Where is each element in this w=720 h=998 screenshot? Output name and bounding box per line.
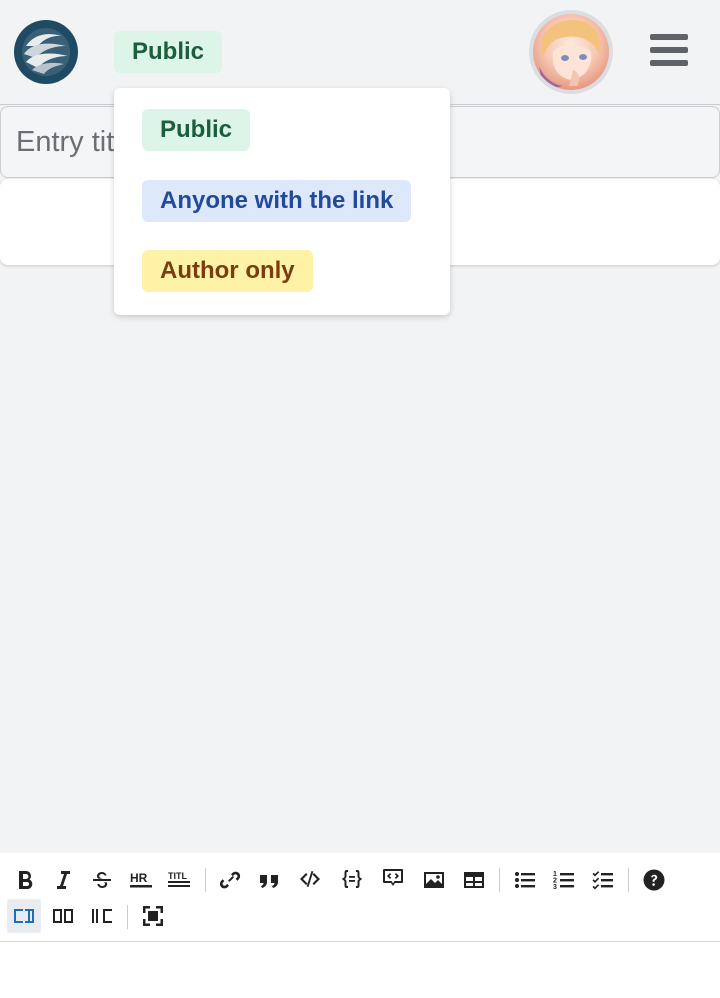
horizontal-rule-icon[interactable]: HR — [124, 863, 158, 897]
site-logo[interactable] — [14, 20, 78, 84]
editor-only-icon[interactable] — [7, 899, 41, 933]
italic-icon[interactable] — [46, 863, 80, 897]
comment-icon[interactable] — [376, 861, 410, 895]
toolbar-separator — [127, 905, 128, 929]
code-block-icon[interactable] — [335, 862, 369, 896]
svg-text:3: 3 — [553, 884, 557, 891]
avatar-image — [539, 20, 601, 90]
user-avatar[interactable] — [529, 10, 613, 94]
editor-content-area[interactable] — [0, 942, 720, 998]
visibility-toggle[interactable]: Public — [114, 31, 223, 73]
checklist-icon[interactable] — [586, 863, 620, 897]
hamburger-menu-icon[interactable] — [650, 34, 690, 70]
visibility-option-author-only[interactable]: Author only — [142, 250, 313, 292]
preview-only-icon[interactable] — [85, 899, 119, 933]
toolbar-separator — [628, 868, 629, 892]
help-icon[interactable] — [637, 863, 671, 897]
link-icon[interactable] — [213, 863, 247, 897]
fullscreen-icon[interactable] — [136, 899, 170, 933]
waves-logo-icon — [22, 28, 70, 76]
visibility-option-public[interactable]: Public — [142, 109, 251, 151]
quote-icon[interactable] — [252, 863, 286, 897]
bold-icon[interactable] — [8, 863, 42, 897]
editor-toolbar: HR TITL 123 — [0, 853, 720, 942]
image-icon[interactable] — [417, 863, 451, 897]
split-view-icon[interactable] — [46, 899, 80, 933]
visibility-dropdown: Public Anyone with the link Author only — [114, 88, 450, 315]
bulleted-list-icon[interactable] — [508, 863, 542, 897]
toolbar-separator — [205, 868, 206, 892]
svg-text:HR: HR — [130, 871, 148, 885]
svg-text:TITL: TITL — [168, 871, 187, 881]
numbered-list-icon[interactable]: 123 — [547, 863, 581, 897]
title-icon[interactable]: TITL — [162, 863, 196, 897]
table-icon[interactable] — [457, 863, 491, 897]
toolbar-separator — [499, 868, 500, 892]
strikethrough-icon[interactable] — [85, 863, 119, 897]
code-icon[interactable] — [293, 862, 327, 896]
visibility-option-link[interactable]: Anyone with the link — [142, 180, 412, 222]
